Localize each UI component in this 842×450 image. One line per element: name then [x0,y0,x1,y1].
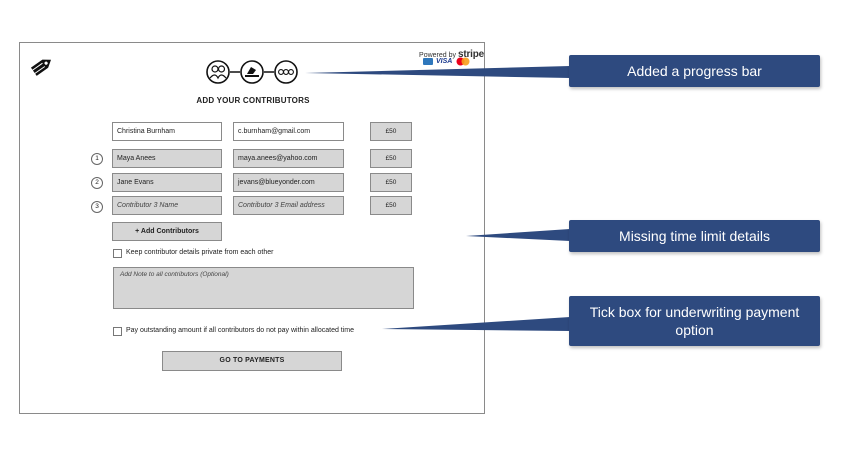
callout-time-limit: Missing time limit details [569,220,820,252]
callout-progress: Added a progress bar [569,55,820,87]
callout-tick-box: Tick box for underwriting payment option [569,296,820,346]
